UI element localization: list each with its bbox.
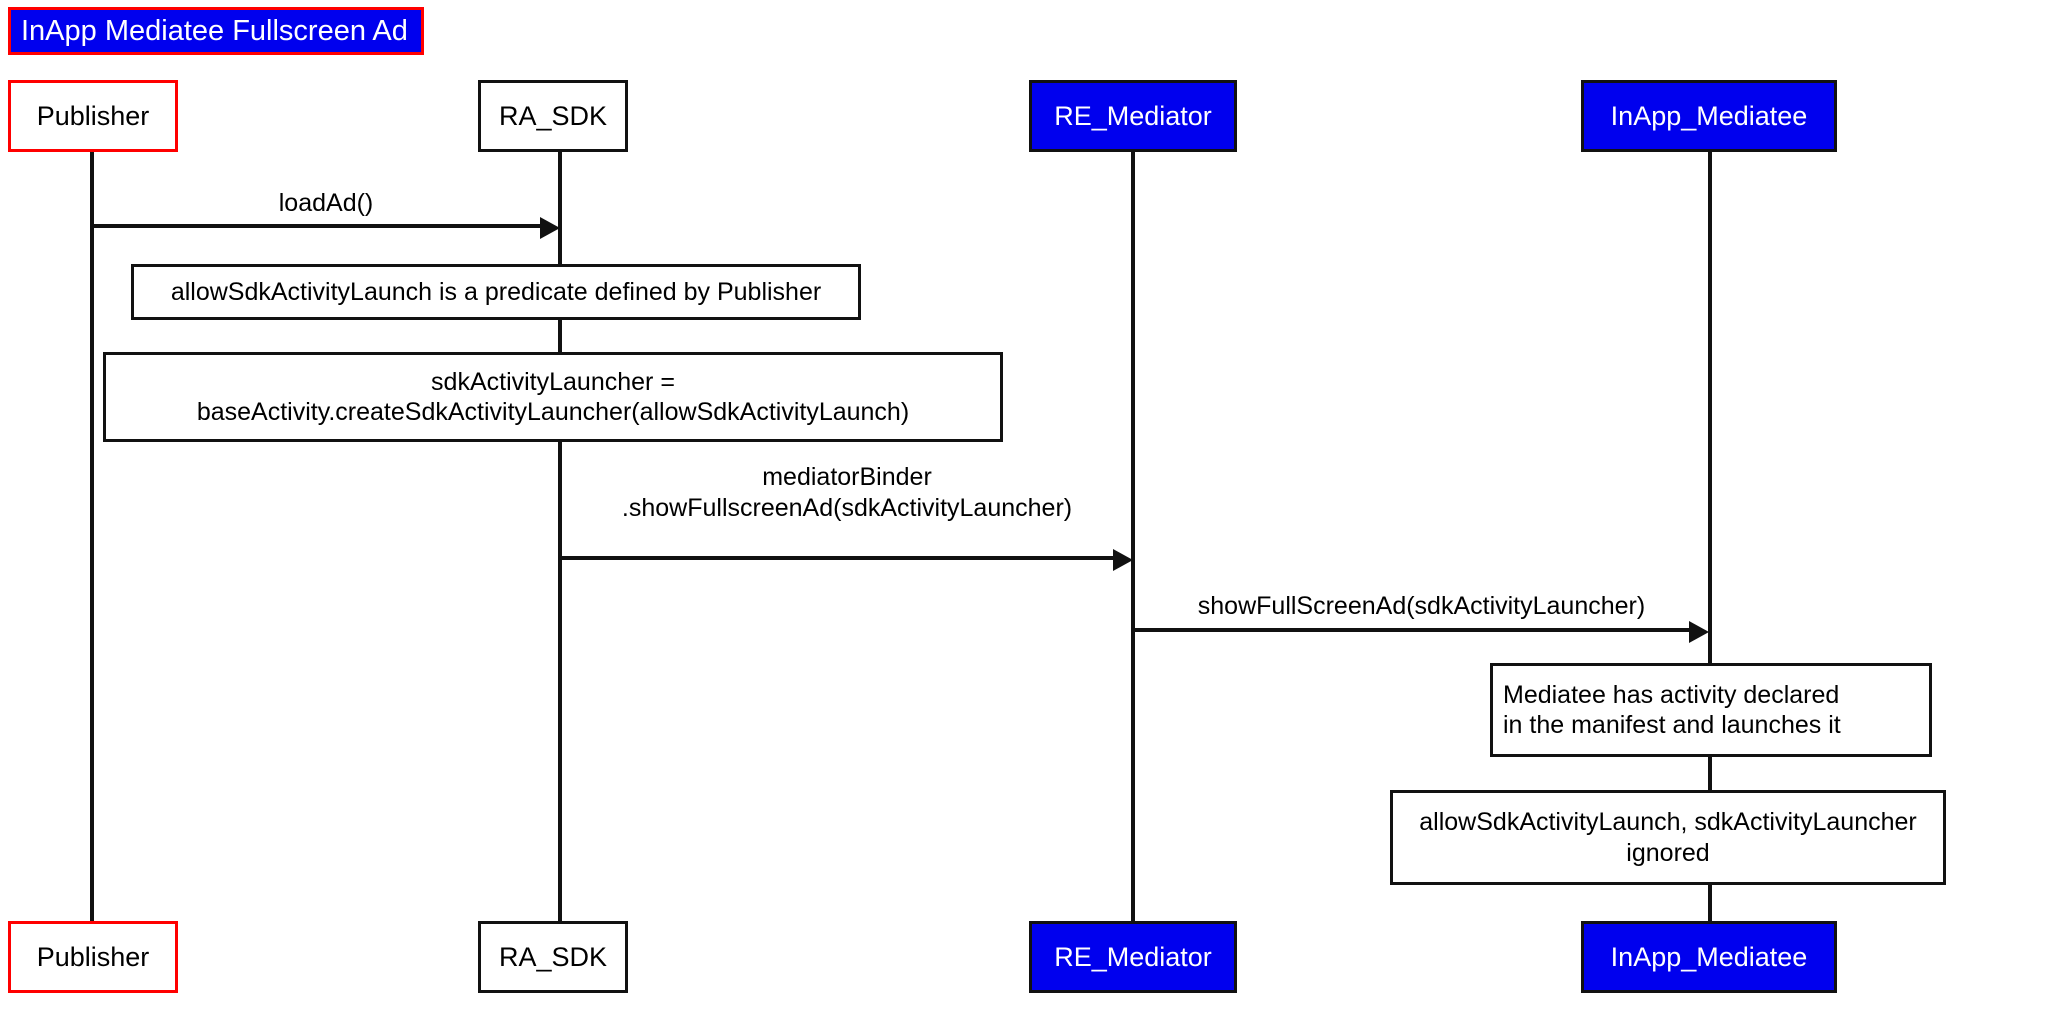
message-label-show-full-screen-ad: showFullScreenAd(sdkActivityLauncher) xyxy=(1197,592,1646,620)
participant-publisher-bottom[interactable]: Publisher xyxy=(8,921,178,993)
message-label-show-fullscreen-ad: mediatorBinder .showFullscreenAd(sdkActi… xyxy=(621,463,1073,522)
participant-label: Publisher xyxy=(36,941,150,972)
participant-label: Publisher xyxy=(36,100,150,131)
note-text: Mediatee has activity declared in the ma… xyxy=(1503,680,1841,740)
diagram-title-text: InApp Mediatee Fullscreen Ad xyxy=(21,14,408,47)
lifeline-re-mediator xyxy=(1131,152,1135,922)
note-ignored: allowSdkActivityLaunch, sdkActivityLaunc… xyxy=(1390,790,1946,885)
participant-label: RA_SDK xyxy=(498,100,608,131)
participant-ra-sdk-bottom[interactable]: RA_SDK xyxy=(478,921,628,993)
message-arrowhead-show-full-screen-ad xyxy=(1689,621,1709,643)
message-arrowhead-show-fullscreen-ad xyxy=(1113,549,1133,571)
participant-inapp-mediatee-bottom[interactable]: InApp_Mediatee xyxy=(1581,921,1837,993)
message-line-show-fullscreen-ad xyxy=(560,556,1115,560)
message-arrowhead-load-ad xyxy=(540,217,560,239)
message-line-load-ad xyxy=(92,224,542,228)
participant-label: RA_SDK xyxy=(498,941,608,972)
participant-re-mediator-bottom[interactable]: RE_Mediator xyxy=(1029,921,1237,993)
participant-re-mediator-top[interactable]: RE_Mediator xyxy=(1029,80,1237,152)
participant-label: RE_Mediator xyxy=(1054,100,1212,131)
note-launcher-creation: sdkActivityLauncher = baseActivity.creat… xyxy=(103,352,1003,442)
note-text: allowSdkActivityLaunch is a predicate de… xyxy=(170,277,822,306)
message-label-load-ad: loadAd() xyxy=(278,189,374,217)
note-manifest: Mediatee has activity declared in the ma… xyxy=(1490,663,1932,757)
diagram-title-banner: InApp Mediatee Fullscreen Ad xyxy=(8,7,424,55)
participant-ra-sdk-top[interactable]: RA_SDK xyxy=(478,80,628,152)
note-text: sdkActivityLauncher = baseActivity.creat… xyxy=(196,367,910,427)
participant-label: InApp_Mediatee xyxy=(1610,941,1808,972)
note-predicate: allowSdkActivityLaunch is a predicate de… xyxy=(131,264,861,320)
sequence-diagram-canvas: InApp Mediatee Fullscreen Ad Publisher R… xyxy=(0,0,2048,1019)
lifeline-publisher xyxy=(90,152,94,922)
participant-inapp-mediatee-top[interactable]: InApp_Mediatee xyxy=(1581,80,1837,152)
participant-label: RE_Mediator xyxy=(1054,941,1212,972)
participant-label: InApp_Mediatee xyxy=(1610,100,1808,131)
participant-publisher-top[interactable]: Publisher xyxy=(8,80,178,152)
note-text: allowSdkActivityLaunch, sdkActivityLaunc… xyxy=(1419,808,1917,867)
message-line-show-full-screen-ad xyxy=(1133,628,1691,632)
